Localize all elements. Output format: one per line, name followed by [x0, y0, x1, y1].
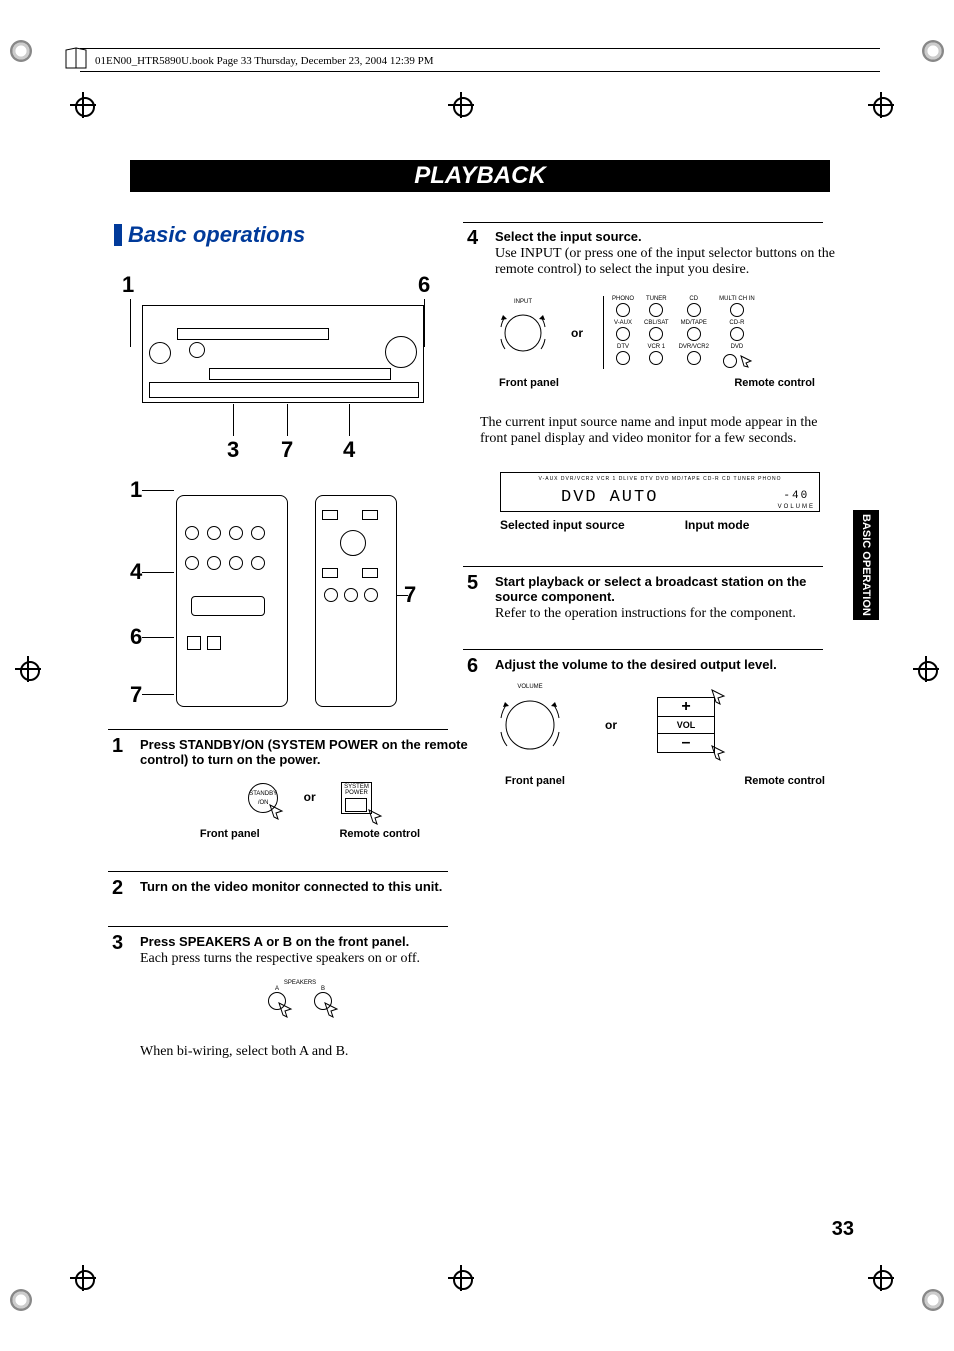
- step-4: 4 Select the input source. Use INPUT (or…: [495, 229, 835, 278]
- pointer-icon: [323, 1001, 341, 1019]
- registration-mark: [913, 656, 939, 682]
- step-number: 2: [112, 877, 123, 900]
- rc-input-dtv: DTV: [612, 344, 634, 369]
- step-number: 5: [467, 572, 478, 595]
- section-heading: Basic operations: [128, 222, 305, 248]
- step-number: 3: [112, 932, 123, 955]
- callout-6: 6: [418, 272, 430, 298]
- remote-control-caption: Remote control: [339, 828, 420, 840]
- step-body: Use INPUT (or press one of the input sel…: [495, 246, 835, 278]
- or-label: or: [304, 790, 316, 804]
- rc-input-tuner: TUNER: [644, 296, 669, 318]
- registration-mark: [15, 656, 41, 682]
- registration-mark: [868, 1265, 894, 1291]
- speakers-diagram: SPEAKERS A B: [240, 980, 360, 1010]
- step-heading: Press STANDBY/ON (SYSTEM POWER on the re…: [140, 737, 470, 767]
- display-source: DVD: [561, 488, 598, 507]
- page-number: 33: [832, 1218, 854, 1241]
- speakers-a-button: [268, 992, 286, 1010]
- step-heading: Start playback or select a broadcast sta…: [495, 574, 835, 604]
- crop-mark: [922, 40, 944, 62]
- front-panel-figure: [142, 305, 424, 403]
- registration-mark: [868, 92, 894, 118]
- step-heading: Turn on the video monitor connected to t…: [140, 879, 470, 894]
- manual-page: 01EN00_HTR5890U.book Page 33 Thursday, D…: [0, 0, 954, 1351]
- crop-mark: [10, 1289, 32, 1311]
- speakers-b-button: [314, 992, 332, 1010]
- pointer-icon: [367, 808, 385, 826]
- crop-mark: [922, 1289, 944, 1311]
- pointer-icon: [710, 744, 728, 762]
- callout-3: 3: [227, 437, 239, 463]
- front-panel-caption: Front panel: [505, 775, 565, 787]
- rc-input-md-tape: MD/TAPE: [679, 320, 709, 342]
- callout-1: 1: [122, 272, 134, 298]
- callout-4: 4: [343, 437, 355, 463]
- pointer-icon: [268, 803, 286, 821]
- step-number: 1: [112, 735, 123, 758]
- step-body: Each press turns the respective speakers…: [140, 951, 470, 967]
- display-mode: AUTO: [610, 488, 659, 507]
- remote-figure-left: [176, 495, 288, 707]
- rc-input-v-aux: V-AUX: [612, 320, 634, 342]
- rc-input-vcr-1: VCR 1: [644, 344, 669, 369]
- step-number: 4: [467, 227, 478, 250]
- rc-input-multi-ch-in: MULTI CH IN: [719, 296, 755, 318]
- remote-control-caption: Remote control: [744, 775, 825, 787]
- callout-r7: 7: [130, 682, 142, 708]
- rc-input-phono: PHONO: [612, 296, 634, 318]
- registration-mark: [448, 92, 474, 118]
- book-icon: [64, 46, 90, 72]
- registration-mark: [448, 1265, 474, 1291]
- remote-figure-right: [315, 495, 397, 707]
- callout-r1: 1: [130, 477, 142, 503]
- page-title-bar: PLAYBACK: [130, 160, 830, 192]
- rc-input-cd-r: CD-R: [719, 320, 755, 342]
- step-4-body2: The current input source name and input …: [480, 415, 830, 447]
- step-body: Refer to the operation instructions for …: [495, 606, 835, 622]
- remote-input-grid: PHONO TUNER CD MULTI CH IN V-AUX CBL/SAT MD/TA…: [603, 296, 755, 369]
- side-tab-text: BASIC OPERATION: [860, 514, 872, 616]
- step-5: 5 Start playback or select a broadcast s…: [495, 574, 835, 622]
- step-heading: Select the input source.: [495, 229, 835, 244]
- header-meta: 01EN00_HTR5890U.book Page 33 Thursday, D…: [95, 55, 434, 67]
- rc-input-cbl-sat: CBL/SAT: [644, 320, 669, 342]
- registration-mark: [70, 1265, 96, 1291]
- remote-volume-rocker: + VOL –: [657, 697, 715, 753]
- step-3-body2: When bi-wiring, select both A and B.: [140, 1044, 440, 1060]
- step4-diagram: INPUT or PHONOTUNERCDMULTI CH INV-AUXCBL…: [495, 296, 835, 389]
- rc-input-cd: CD: [679, 296, 709, 318]
- registration-mark: [70, 92, 96, 118]
- pointer-icon: [277, 1001, 295, 1019]
- front-panel-caption: Front panel: [200, 828, 260, 840]
- crop-mark: [10, 40, 32, 62]
- volume-knob-icon: [495, 690, 565, 760]
- input-mode-label: Input mode: [685, 518, 750, 532]
- input-knob-icon: [495, 305, 551, 361]
- callout-r4: 4: [130, 559, 142, 585]
- rc-input-dvd: DVD: [719, 344, 755, 369]
- system-power-button: [345, 798, 367, 812]
- step-6: 6 Adjust the volume to the desired outpu…: [495, 657, 835, 672]
- pointer-icon: [710, 688, 728, 706]
- rc-input-dvr-vcr2: DVR/VCR2: [679, 344, 709, 369]
- step-2: 2 Turn on the video monitor connected to…: [140, 879, 470, 894]
- callout-r6: 6: [130, 624, 142, 650]
- step-3: 3 Press SPEAKERS A or B on the front pan…: [140, 934, 470, 967]
- display-panel-figure: V-AUX DVR/VCR2 VCR 1 DLIVE DTV DVD MD/TA…: [500, 472, 820, 532]
- step-heading: Adjust the volume to the desired output …: [495, 657, 835, 672]
- step-1: 1 Press STANDBY/ON (SYSTEM POWER on the …: [140, 737, 470, 767]
- side-tab: BASIC OPERATION: [853, 510, 879, 620]
- front-panel-caption: Front panel: [499, 377, 559, 389]
- remote-control-caption: Remote control: [734, 377, 815, 389]
- step1-diagram: STANDBY /ON or SYSTEM POWER Front panel …: [160, 782, 460, 840]
- step6-diagram: VOLUME or + VOL – Fr: [495, 684, 835, 787]
- callout-7: 7: [281, 437, 293, 463]
- selected-source-label: Selected input source: [500, 518, 625, 532]
- step-number: 6: [467, 655, 478, 678]
- step-heading: Press SPEAKERS A or B on the front panel…: [140, 934, 470, 949]
